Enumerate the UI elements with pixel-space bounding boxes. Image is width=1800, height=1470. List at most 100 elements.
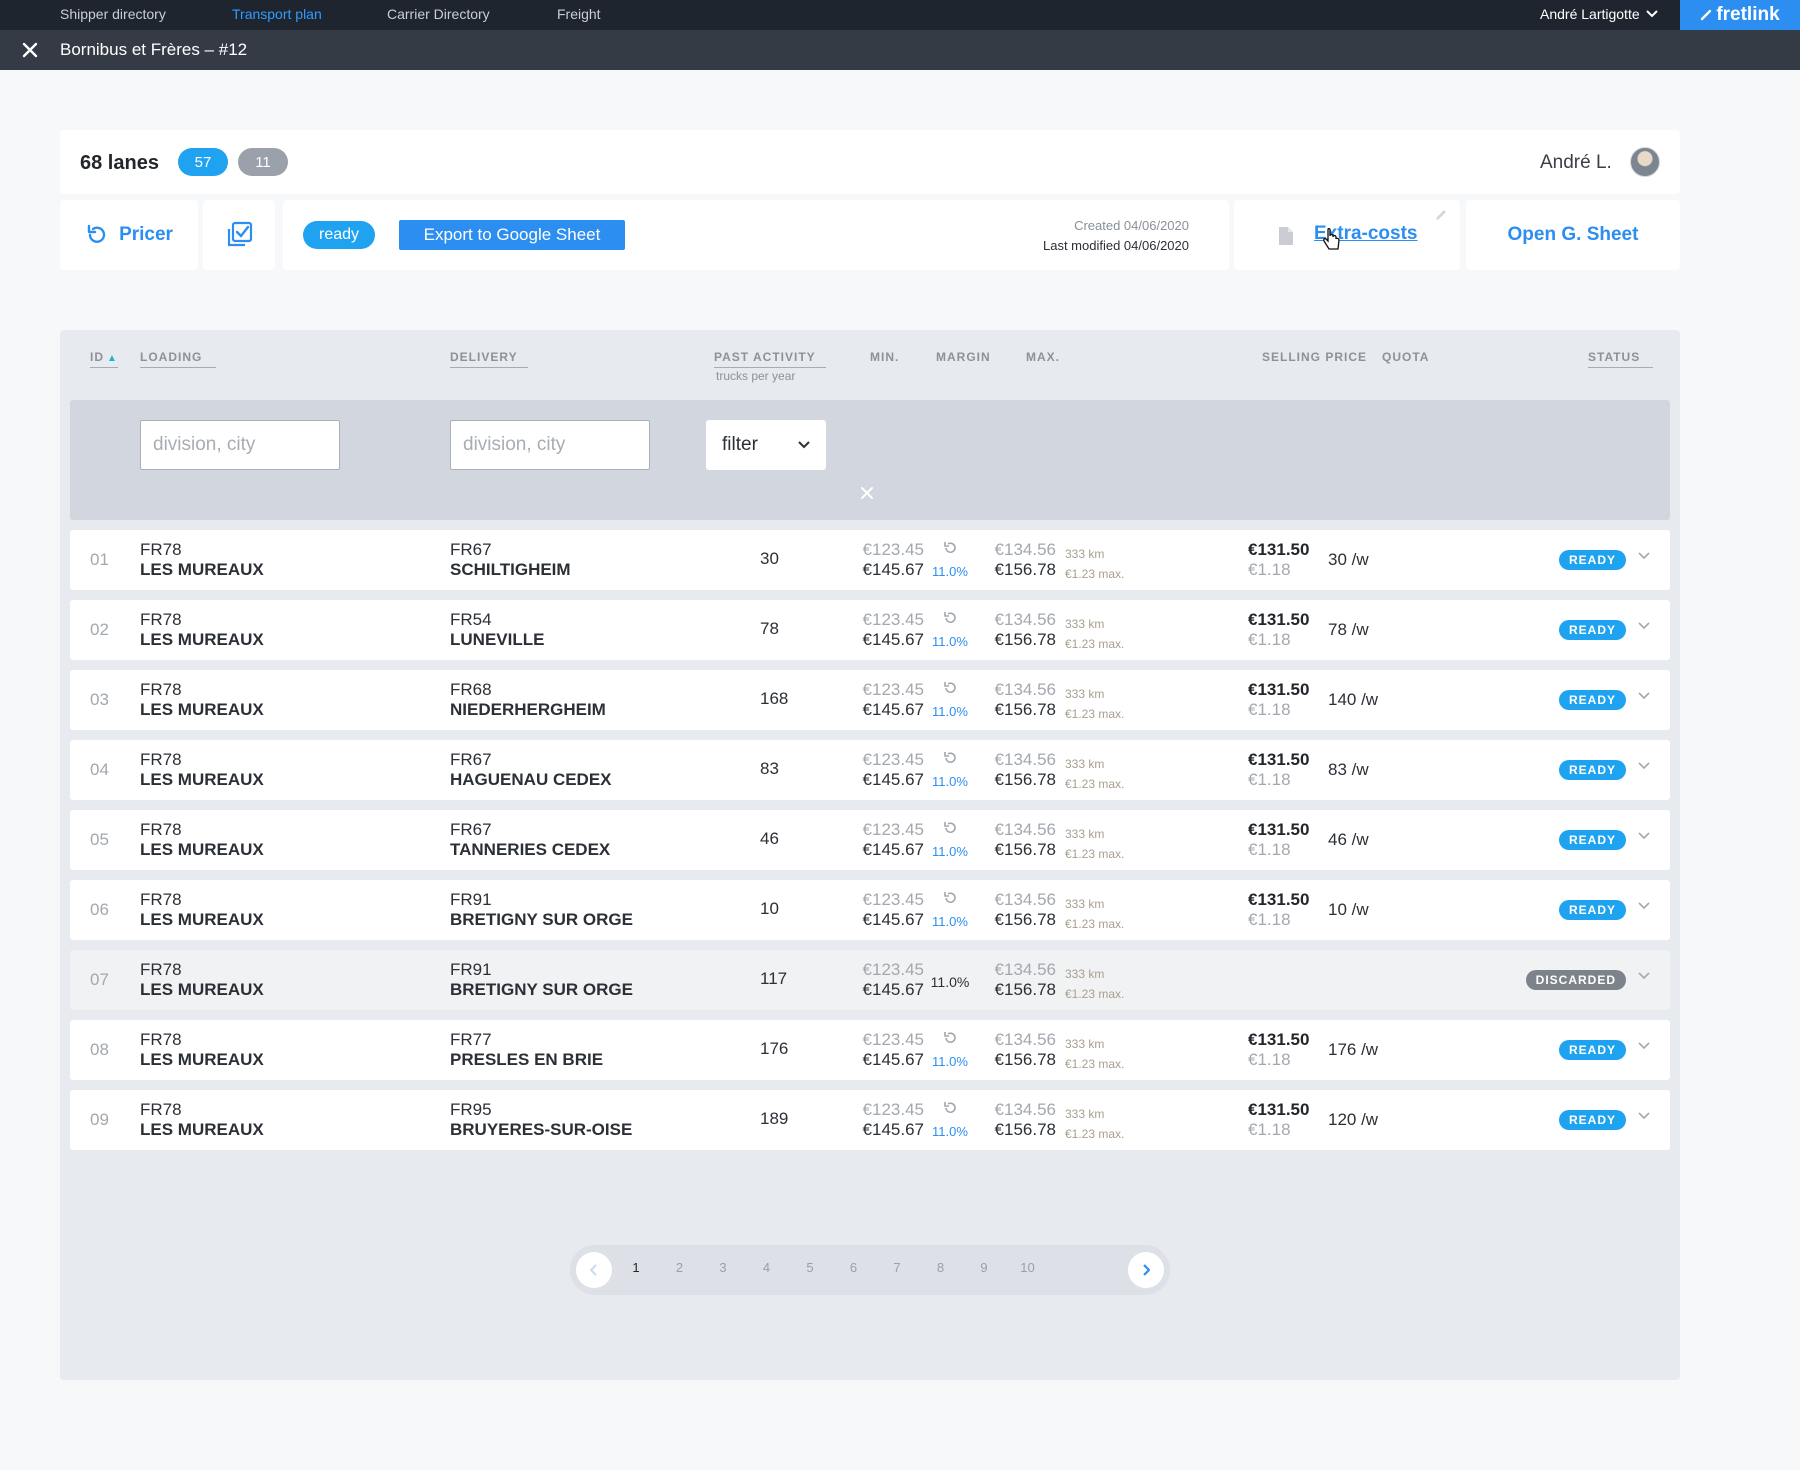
selling-price: €131.50 [1248,680,1310,699]
duplicate-button[interactable] [203,200,275,270]
table-row[interactable]: 04 FR78 LES MUREAUX FR67 HAGUENAU CEDEX 83 €12… [70,740,1670,800]
table-row[interactable]: 01 FR78 LES MUREAUX FR67 SCHILTIGHEIM 30 €123.… [70,530,1670,590]
price-per-km-max: €1.23 max. [1065,567,1125,581]
quota-value: 140 /w [1328,690,1379,709]
chevron-down-icon[interactable] [1638,972,1650,980]
plan-status-badge[interactable]: ready [303,221,376,249]
pencil-icon[interactable] [1434,208,1448,222]
status-badge[interactable]: READY [1558,760,1626,780]
page-1[interactable]: 1 [626,1260,646,1275]
margin-cell: 11.0% [926,680,974,719]
past-activity-filter-select[interactable]: filter [706,420,826,470]
selling-price-per-km: €1.18 [1248,1120,1291,1139]
export-google-sheet-button[interactable]: Export to Google Sheet [399,220,625,250]
table-row[interactable]: 07 FR78 LES MUREAUX FR91 BRETIGNY SUR ORGE 11… [70,950,1670,1010]
refresh-icon[interactable] [942,820,958,836]
max-price-bottom: €156.78 [994,630,1056,649]
page-title: Bornibus et Frères – #12 [60,40,248,59]
user-menu[interactable]: André Lartigotte [1540,6,1658,22]
delivery-city: NIEDERHERGHEIM [450,700,606,719]
col-header-delivery[interactable]: DELIVERY [450,350,528,368]
table-row[interactable]: 05 FR78 LES MUREAUX FR67 TANNERIES CEDEX 46 €1… [70,810,1670,870]
other-count-badge[interactable]: 11 [238,148,288,176]
table-row[interactable]: 02 FR78 LES MUREAUX FR54 LUNEVILLE 78 €123.45 €… [70,600,1670,660]
refresh-icon[interactable] [942,1100,958,1116]
loading-city: LES MUREAUX [140,980,264,999]
next-page-button[interactable] [1128,1252,1164,1288]
quota-value: 10 /w [1328,900,1369,919]
page-5[interactable]: 5 [800,1260,820,1275]
table-row[interactable]: 08 FR78 LES MUREAUX FR77 PRESLES EN BRIE 176 €… [70,1020,1670,1080]
page-6[interactable]: 6 [844,1260,864,1275]
prev-page-button[interactable] [576,1252,612,1288]
chevron-down-icon[interactable] [1638,1042,1650,1050]
lanes-count: 68 lanes [80,152,159,174]
col-header-status[interactable]: STATUS [1588,350,1653,368]
chevron-down-icon[interactable] [1638,832,1650,840]
link-icon [1701,9,1712,21]
col-header-loading[interactable]: LOADING [140,350,216,368]
close-icon[interactable] [20,40,40,60]
table-row[interactable]: 09 FR78 LES MUREAUX FR95 BRUYERES-SUR-OISE 18… [70,1090,1670,1150]
nav-shipper-directory[interactable]: Shipper directory [60,6,166,22]
col-header-id[interactable]: ID ▲ [90,350,118,368]
margin-cell: 11.0% [926,890,974,929]
status-badge[interactable]: READY [1558,900,1626,920]
col-header-past-activity[interactable]: PAST ACTIVITY [714,350,826,368]
page-4[interactable]: 4 [757,1260,777,1275]
refresh-icon[interactable] [942,750,958,766]
page-9[interactable]: 9 [974,1260,994,1275]
status-badge[interactable]: READY [1558,690,1626,710]
refresh-icon[interactable] [942,680,958,696]
ready-count-badge[interactable]: 57 [178,148,228,176]
chevron-down-icon[interactable] [1638,902,1650,910]
status-badge[interactable]: READY [1558,1110,1626,1130]
refresh-icon[interactable] [942,1030,958,1046]
distance-value: 333 km [1065,1037,1105,1051]
avatar[interactable] [1630,147,1660,177]
chevron-down-icon[interactable] [1638,692,1650,700]
page-10[interactable]: 10 [1018,1260,1038,1275]
chevron-down-icon[interactable] [1638,762,1650,770]
nav-transport-plan[interactable]: Transport plan [232,6,322,22]
selling-price-per-km: €1.18 [1248,910,1291,929]
loading-filter-input[interactable] [140,420,340,470]
refresh-icon[interactable] [942,610,958,626]
status-badge[interactable]: READY [1558,620,1626,640]
past-activity-value: 168 [760,689,789,708]
min-price-bottom: €145.67 [862,630,924,649]
table-row[interactable]: 03 FR78 LES MUREAUX FR68 NIEDERHERGHEIM 168 €1… [70,670,1670,730]
delivery-code: FR77 [450,1030,492,1049]
open-google-sheet-button[interactable]: Open G. Sheet [1466,200,1680,270]
pricer-button[interactable]: Pricer [60,200,198,270]
status-badge[interactable]: READY [1558,1040,1626,1060]
distance-value: 333 km [1065,617,1105,631]
table-row[interactable]: 06 FR78 LES MUREAUX FR91 BRETIGNY SUR ORGE 10… [70,880,1670,940]
document-icon [1279,227,1293,245]
clear-filters-icon[interactable] [860,486,874,500]
margin-cell: 11.0% [926,960,974,990]
status-badge[interactable]: READY [1558,830,1626,850]
chevron-down-icon[interactable] [1638,1112,1650,1120]
nav-freight[interactable]: Freight [557,6,601,22]
nav-carrier-directory[interactable]: Carrier Directory [387,6,490,22]
chevron-down-icon[interactable] [1638,552,1650,560]
refresh-icon[interactable] [942,890,958,906]
status-badge[interactable]: READY [1558,550,1626,570]
selling-price: €131.50 [1248,890,1310,909]
refresh-icon[interactable] [942,540,958,556]
price-per-km-max: €1.23 max. [1065,707,1125,721]
status-badge[interactable]: DISCARDED [1525,970,1626,990]
price-per-km-max: €1.23 max. [1065,847,1125,861]
min-price-bottom: €145.67 [862,700,924,719]
col-header-max: MAX. [1026,350,1060,364]
page-7[interactable]: 7 [887,1260,907,1275]
brand-logo[interactable]: fretlink [1680,0,1800,30]
page-8[interactable]: 8 [931,1260,951,1275]
distance-value: 333 km [1065,827,1105,841]
page-3[interactable]: 3 [713,1260,733,1275]
page-2[interactable]: 2 [670,1260,690,1275]
chevron-down-icon[interactable] [1638,622,1650,630]
delivery-filter-input[interactable] [450,420,650,470]
margin-cell: 11.0% [926,1100,974,1139]
